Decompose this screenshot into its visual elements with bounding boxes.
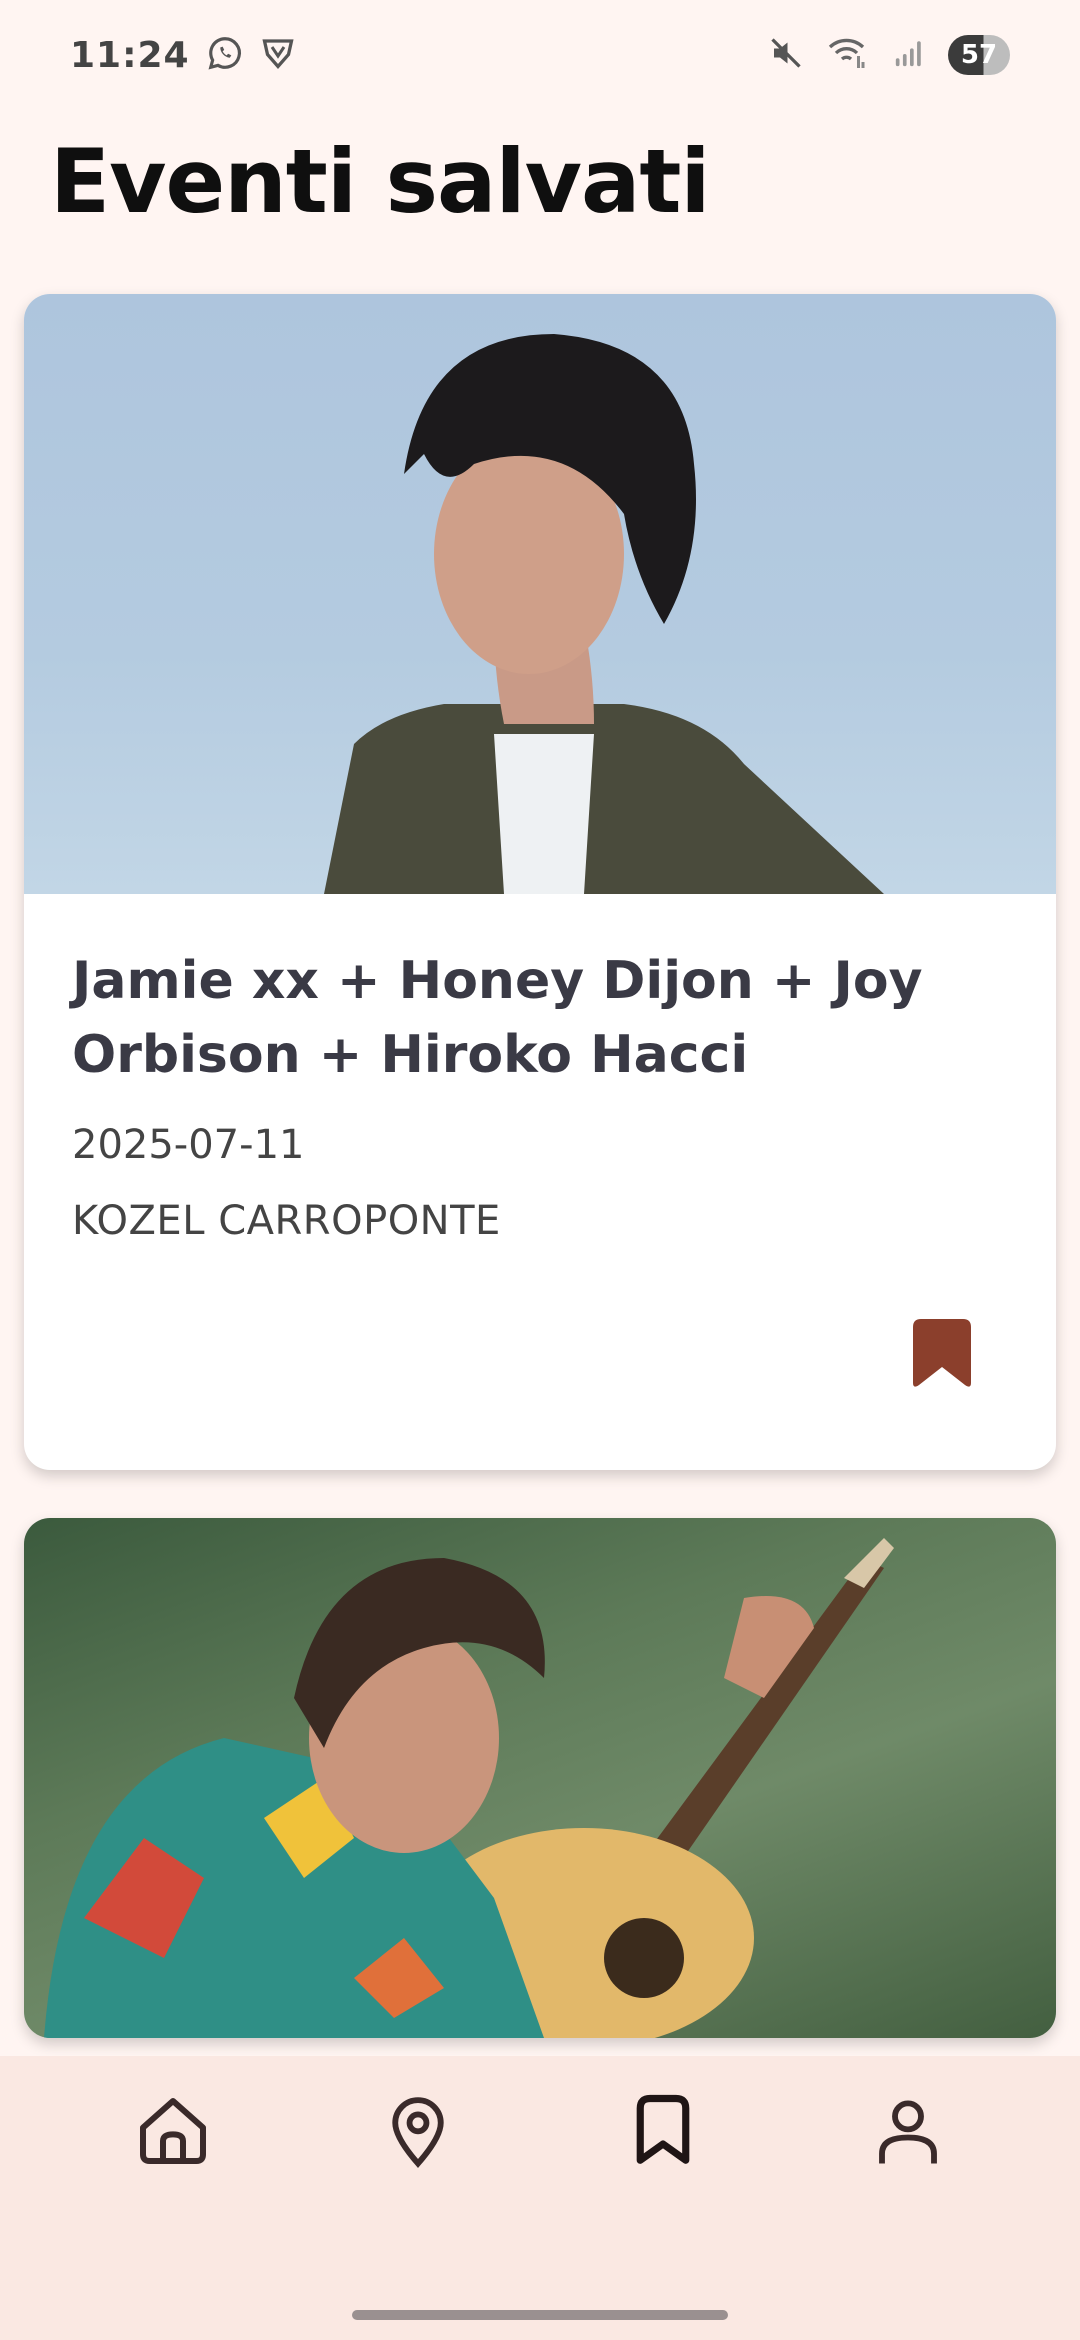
artist-photo <box>44 1538 894 2038</box>
status-time: 11:24 <box>70 34 190 76</box>
battery-indicator: 57 <box>948 35 1010 75</box>
status-right: 57 <box>768 35 1010 75</box>
event-card[interactable] <box>24 1518 1056 2038</box>
status-left: 11:24 <box>70 34 296 76</box>
event-venue: KOZEL CARROPONTE <box>72 1198 501 1244</box>
map-pin-icon <box>391 2097 444 2168</box>
bookmark-button[interactable] <box>908 1316 976 1390</box>
artist-photo <box>324 334 884 894</box>
nav-saved[interactable] <box>618 2086 708 2176</box>
wifi-icon <box>826 35 870 75</box>
home-icon <box>139 2098 206 2164</box>
nav-map[interactable] <box>373 2086 463 2176</box>
bookmark-icon <box>636 2094 689 2164</box>
mute-icon <box>768 35 804 75</box>
event-date: 2025-07-11 <box>72 1122 305 1168</box>
event-image <box>24 1518 1056 2038</box>
bottom-nav-row <box>0 2086 1080 2176</box>
home-indicator[interactable] <box>352 2310 728 2320</box>
page-title: Eventi salvati <box>50 130 711 233</box>
bookmark-filled-icon <box>913 1319 971 1387</box>
signal-icon <box>892 36 926 74</box>
card-body: Jamie xx + Honey Dijon + Joy Orbison + H… <box>24 894 1056 1470</box>
event-card[interactable]: Jamie xx + Honey Dijon + Joy Orbison + H… <box>24 294 1056 1470</box>
vpn-shield-icon <box>260 35 296 75</box>
profile-icon <box>878 2100 937 2164</box>
nav-home[interactable] <box>128 2086 218 2176</box>
status-bar: 11:24 57 <box>0 0 1080 110</box>
event-title: Jamie xx + Honey Dijon + Joy Orbison + H… <box>72 951 923 1085</box>
event-image <box>24 294 1056 894</box>
nav-profile[interactable] <box>863 2086 953 2176</box>
whatsapp-icon <box>206 34 244 76</box>
